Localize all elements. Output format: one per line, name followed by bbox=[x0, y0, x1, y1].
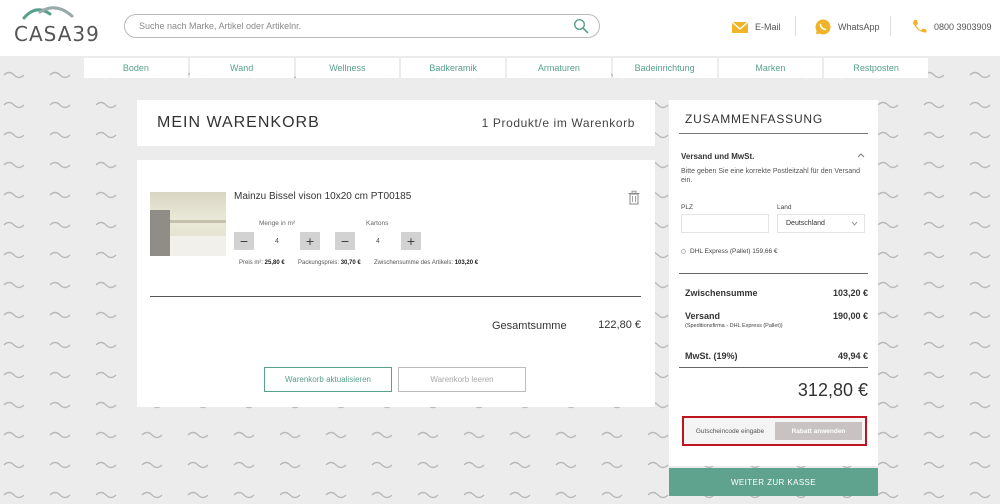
cartons-increase-button[interactable]: + bbox=[401, 232, 421, 250]
cartons-stepper: − + bbox=[335, 232, 421, 250]
item-subtotal-label: Zwischensumme des Artikels: bbox=[374, 260, 454, 266]
checkout-button[interactable]: WEITER ZUR KASSE bbox=[669, 468, 878, 496]
phone-icon bbox=[913, 20, 927, 33]
price-per-m2-label: Preis m²: bbox=[239, 260, 263, 266]
nav-item-wellness[interactable]: Wellness bbox=[295, 58, 400, 78]
summary-shipping-label: Versand bbox=[685, 311, 721, 321]
search-bar[interactable] bbox=[124, 14, 600, 38]
clear-cart-button[interactable]: Warenkorb leeren bbox=[398, 367, 526, 392]
nav-item-armaturen[interactable]: Armaturen bbox=[507, 58, 611, 78]
country-select[interactable]: Deutschland bbox=[777, 214, 865, 233]
plz-input[interactable] bbox=[681, 214, 769, 233]
summary-subtotal-value: 103,20 € bbox=[832, 288, 868, 298]
nav-item-badeinrichtung[interactable]: Badeinrichtung bbox=[612, 58, 717, 78]
apply-coupon-button[interactable]: Rabatt anwenden bbox=[775, 422, 862, 440]
cart-item-count: 1 Produkt/e im Warenkorb bbox=[481, 116, 635, 130]
chevron-up-icon[interactable] bbox=[857, 152, 865, 158]
radio-icon[interactable] bbox=[681, 249, 686, 254]
grand-total: 312,80 € bbox=[797, 380, 868, 400]
logo-text: CASA39 bbox=[14, 22, 100, 46]
pack-price: Packungspreis: 30,70 € bbox=[298, 260, 361, 266]
email-link[interactable]: E-Mail bbox=[731, 16, 781, 38]
nav-item-wand[interactable]: Wand bbox=[189, 58, 294, 78]
header-divider bbox=[795, 16, 796, 36]
price-per-m2-value: 25,80 € bbox=[264, 260, 285, 266]
header-divider bbox=[890, 16, 891, 36]
summary-tax-label: MwSt. (19%) bbox=[685, 351, 738, 361]
nav-item-badkeramik[interactable]: Badkeramik bbox=[401, 58, 505, 78]
cart-total-value: 122,80 € bbox=[598, 319, 641, 331]
cart-header: MEIN WARENKORB 1 Produkt/e im Warenkorb bbox=[137, 100, 655, 146]
summary-shipping-value: 190,00 € bbox=[832, 311, 868, 321]
mail-icon bbox=[731, 21, 749, 33]
coupon-input[interactable] bbox=[688, 422, 772, 440]
summary-subtotal-label: Zwischensumme bbox=[685, 288, 758, 298]
product-image[interactable] bbox=[150, 192, 226, 256]
main-nav: Boden Wand Wellness Badkeramik Armaturen… bbox=[84, 58, 928, 78]
cartons-decrease-button[interactable]: − bbox=[335, 232, 355, 250]
qty-m2-stepper: − + bbox=[234, 232, 320, 250]
nav-item-boden[interactable]: Boden bbox=[84, 58, 188, 78]
shipping-option-dhl[interactable]: DHL Express (Pallet) 159,66 € bbox=[681, 248, 778, 255]
qty-m2-label: Menge in m² bbox=[259, 220, 296, 227]
summary-tax-value: 49,94 € bbox=[837, 351, 868, 361]
whatsapp-link[interactable]: WhatsApp bbox=[814, 16, 880, 38]
country-select-value: Deutschland bbox=[786, 220, 825, 227]
phone-label: 0800 3903909 bbox=[934, 22, 992, 32]
cart-divider bbox=[150, 296, 641, 297]
trash-icon[interactable] bbox=[627, 190, 641, 205]
summary-divider bbox=[679, 133, 868, 134]
qty-m2-increase-button[interactable]: + bbox=[300, 232, 320, 250]
whatsapp-icon bbox=[815, 19, 831, 35]
summary-shipping-carrier: (Speditionsfirma - DHL Express (Pallet)) bbox=[685, 323, 783, 329]
summary-divider bbox=[679, 367, 868, 368]
search-icon[interactable] bbox=[573, 18, 589, 34]
shipping-option-label: DHL Express (Pallet) 159,66 € bbox=[690, 248, 778, 255]
cart-panel: Mainzu Bissel vison 10x20 cm PT00185 Men… bbox=[137, 160, 655, 407]
summary-title: ZUSAMMENFASSUNG bbox=[685, 112, 824, 126]
qty-m2-decrease-button[interactable]: − bbox=[234, 232, 254, 250]
product-name[interactable]: Mainzu Bissel vison 10x20 cm PT00185 bbox=[234, 191, 411, 202]
summary-divider bbox=[679, 273, 868, 274]
qty-m2-input[interactable] bbox=[254, 232, 300, 250]
land-label: Land bbox=[777, 204, 792, 211]
summary-shipping: Versand 190,00 € bbox=[685, 311, 868, 321]
email-label: E-Mail bbox=[755, 22, 781, 32]
nav-item-marken[interactable]: Marken bbox=[718, 58, 823, 78]
summary-tax: MwSt. (19%) 49,94 € bbox=[685, 351, 868, 361]
shipping-section-toggle[interactable]: Versand und MwSt. bbox=[681, 152, 754, 161]
phone-link[interactable]: 0800 3903909 bbox=[910, 16, 992, 38]
page-title: MEIN WARENKORB bbox=[157, 114, 320, 131]
cart-total-label: Gesamtsumme bbox=[492, 320, 567, 332]
nav-item-restposten[interactable]: Restposten bbox=[824, 58, 928, 78]
whatsapp-label: WhatsApp bbox=[838, 22, 880, 32]
price-per-m2: Preis m²: 25,80 € bbox=[239, 260, 285, 266]
order-summary: ZUSAMMENFASSUNG Versand und MwSt. Bitte … bbox=[669, 100, 878, 466]
chevron-down-icon bbox=[851, 221, 858, 226]
summary-subtotal: Zwischensumme 103,20 € bbox=[685, 288, 868, 298]
item-subtotal: Zwischensumme des Artikels: 103,20 € bbox=[374, 260, 478, 266]
coupon-form: Rabatt anwenden bbox=[682, 416, 867, 446]
pack-price-label: Packungspreis: bbox=[298, 260, 340, 266]
plz-label: PLZ bbox=[681, 204, 693, 211]
site-header: CASA39 E-Mail WhatsApp 0800 3903909 bbox=[0, 0, 1000, 56]
update-cart-button[interactable]: Warenkorb aktualisieren bbox=[264, 367, 392, 392]
shipping-info-text: Bitte geben Sie eine korrekte Postleitza… bbox=[681, 168, 860, 184]
item-subtotal-value: 103,20 € bbox=[454, 260, 479, 266]
search-input[interactable] bbox=[139, 18, 559, 34]
cartons-input[interactable] bbox=[355, 232, 401, 250]
pack-price-value: 30,70 € bbox=[340, 260, 361, 266]
cartons-label: Kartons bbox=[366, 220, 389, 227]
logo-swoosh-icon bbox=[22, 6, 74, 20]
site-logo[interactable]: CASA39 bbox=[14, 6, 99, 46]
